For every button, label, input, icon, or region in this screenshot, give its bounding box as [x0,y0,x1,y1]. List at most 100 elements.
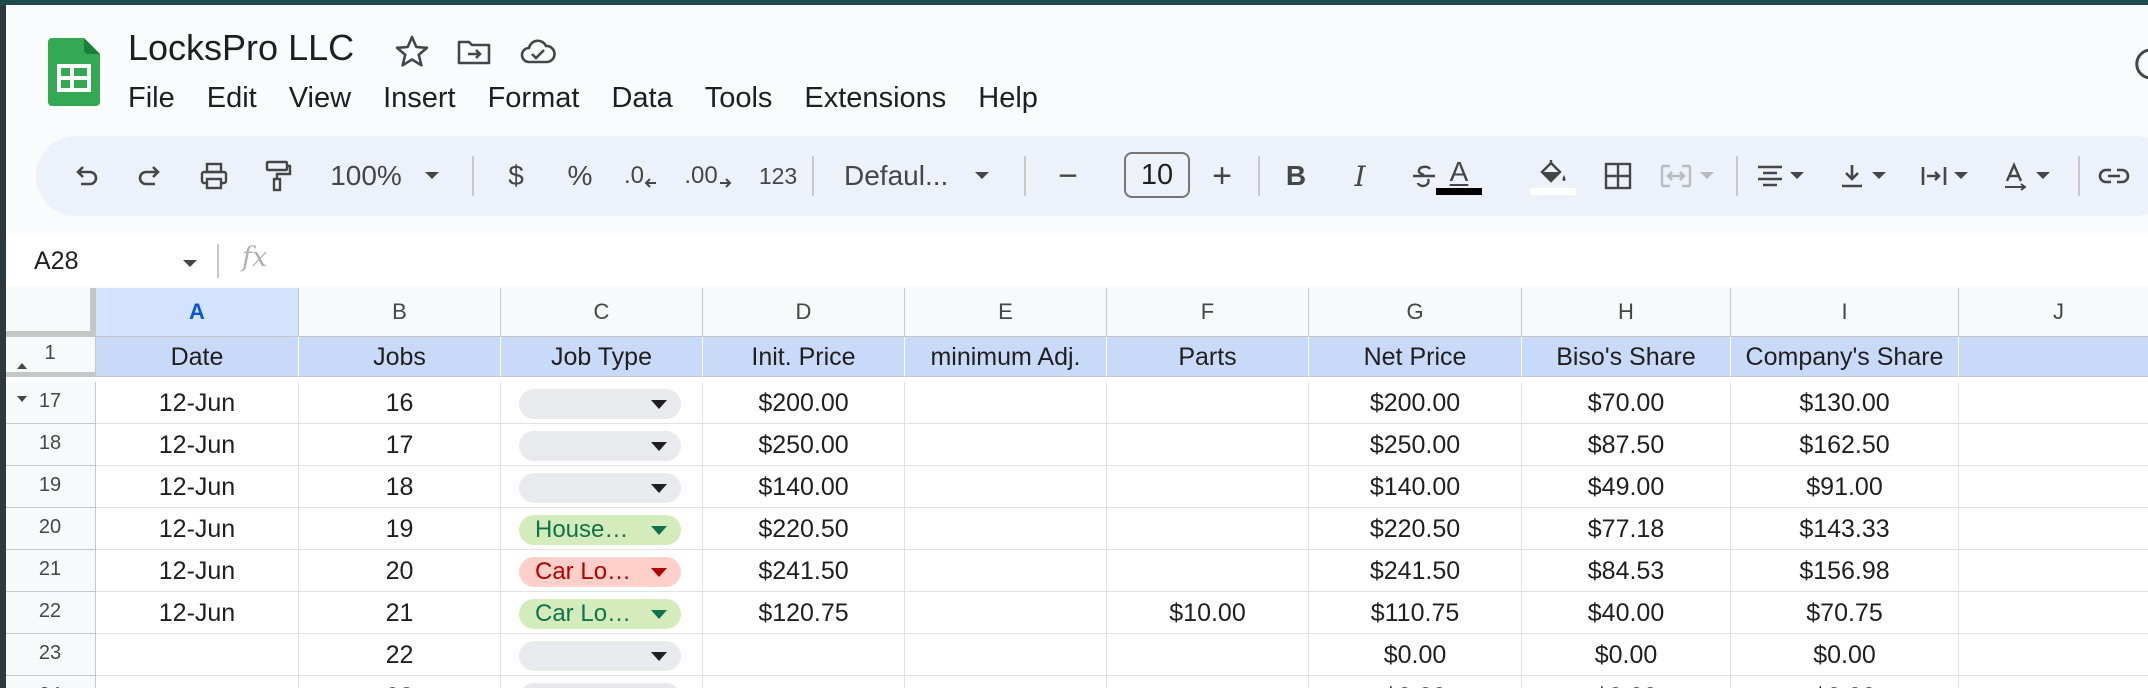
cell-g[interactable]: $250.00 [1309,424,1522,466]
header-cell-c[interactable]: Job Type [501,337,703,377]
cell-b[interactable]: 20 [299,550,501,592]
star-icon[interactable] [392,32,432,72]
cell-j[interactable] [1959,676,2148,688]
cell-e[interactable] [905,550,1107,592]
job-type-dropdown-chip[interactable] [519,641,681,671]
cell-h[interactable]: $77.18 [1522,508,1731,550]
cell-i[interactable]: $0.00 [1731,676,1959,688]
column-header-j[interactable]: J [1959,288,2148,336]
header-cell-f[interactable]: Parts [1107,337,1309,377]
column-header-d[interactable]: D [703,288,905,336]
header-cell-i[interactable]: Company's Share [1731,337,1959,377]
cell-f[interactable] [1107,550,1309,592]
font-dropdown-icon[interactable] [970,136,994,216]
column-header-a[interactable]: A [96,288,299,336]
row-header[interactable]: 23 [6,634,96,676]
cell-e[interactable] [905,676,1107,688]
redo-icon[interactable] [130,136,170,216]
cell-c[interactable]: Car Lo… [501,550,703,592]
undo-icon[interactable] [66,136,106,216]
move-folder-icon[interactable] [454,32,494,72]
cell-b[interactable]: 16 [299,382,501,424]
header-cell-d[interactable]: Init. Price [703,337,905,377]
menu-file[interactable]: File [128,78,191,118]
cell-g[interactable]: $110.75 [1309,592,1522,634]
document-title[interactable]: LocksPro LLC [128,26,354,70]
cell-d[interactable]: $120.75 [703,592,905,634]
bold-button[interactable]: B [1276,136,1316,216]
column-header-e[interactable]: E [905,288,1107,336]
cell-e[interactable] [905,592,1107,634]
cell-d[interactable]: $200.00 [703,382,905,424]
cell-h[interactable]: $0.00 [1522,634,1731,676]
cell-a[interactable] [96,676,299,688]
cell-f[interactable] [1107,382,1309,424]
italic-button[interactable]: I [1340,136,1380,216]
cell-j[interactable] [1959,550,2148,592]
cell-a[interactable]: 12-Jun [96,508,299,550]
cell-f[interactable] [1107,508,1309,550]
merge-cells-icon[interactable] [1650,136,1724,216]
cell-b[interactable]: 21 [299,592,501,634]
cell-c[interactable]: Car Lo… [501,592,703,634]
cell-i[interactable]: $156.98 [1731,550,1959,592]
cell-d[interactable]: $250.00 [703,424,905,466]
cell-d[interactable]: $220.50 [703,508,905,550]
history-icon[interactable] [2132,44,2148,84]
cell-c[interactable] [501,676,703,688]
menu-tools[interactable]: Tools [689,78,789,118]
job-type-dropdown-chip[interactable] [519,683,681,688]
cell-a[interactable]: 12-Jun [96,424,299,466]
increase-font-size-button[interactable]: + [1202,136,1242,216]
expand-down-icon[interactable] [16,386,28,409]
cell-g[interactable]: $220.50 [1309,508,1522,550]
cell-f[interactable]: $10.00 [1107,592,1309,634]
cell-h[interactable]: $87.50 [1522,424,1731,466]
cell-a[interactable] [96,634,299,676]
cell-e[interactable] [905,424,1107,466]
cell-g[interactable]: $140.00 [1309,466,1522,508]
column-header-h[interactable]: H [1522,288,1731,336]
job-type-dropdown-chip[interactable] [519,431,681,461]
row-header[interactable]: 21 [6,550,96,592]
cell-d[interactable]: $241.50 [703,550,905,592]
cell-a[interactable]: 12-Jun [96,592,299,634]
cell-c[interactable] [501,634,703,676]
cell-j[interactable] [1959,466,2148,508]
decrease-decimal-button[interactable]: .0 [616,136,666,216]
header-cell-e[interactable]: minimum Adj. [905,337,1107,377]
column-header-i[interactable]: I [1731,288,1959,336]
cell-e[interactable] [905,466,1107,508]
cell-b[interactable]: 17 [299,424,501,466]
menu-insert[interactable]: Insert [367,78,472,118]
cell-i[interactable]: $70.75 [1731,592,1959,634]
column-header-b[interactable]: B [299,288,501,336]
cell-i[interactable]: $91.00 [1731,466,1959,508]
header-cell-g[interactable]: Net Price [1309,337,1522,377]
select-all-corner[interactable] [6,288,96,336]
font-family-select[interactable]: Defaul... [836,136,986,216]
print-icon[interactable] [194,136,234,216]
cell-c[interactable] [501,424,703,466]
row-header[interactable]: 20 [6,508,96,550]
row-header-1[interactable]: 1 [6,337,96,377]
cell-h[interactable]: $49.00 [1522,466,1731,508]
row-header[interactable]: 17 [6,382,96,424]
cell-e[interactable] [905,382,1107,424]
header-cell-a[interactable]: Date [96,337,299,377]
cell-b[interactable]: 22 [299,634,501,676]
cell-c[interactable] [501,466,703,508]
cell-f[interactable] [1107,676,1309,688]
font-size-input[interactable]: 10 [1124,152,1190,198]
cell-h[interactable]: $84.53 [1522,550,1731,592]
insert-link-icon[interactable] [2092,136,2136,216]
cell-g[interactable]: $200.00 [1309,382,1522,424]
cell-j[interactable] [1959,382,2148,424]
cell-d[interactable]: $140.00 [703,466,905,508]
cell-d[interactable] [703,676,905,688]
column-header-f[interactable]: F [1107,288,1309,336]
cell-f[interactable] [1107,634,1309,676]
cell-j[interactable] [1959,634,2148,676]
text-wrapping-icon[interactable] [1912,136,1976,216]
cell-j[interactable] [1959,508,2148,550]
